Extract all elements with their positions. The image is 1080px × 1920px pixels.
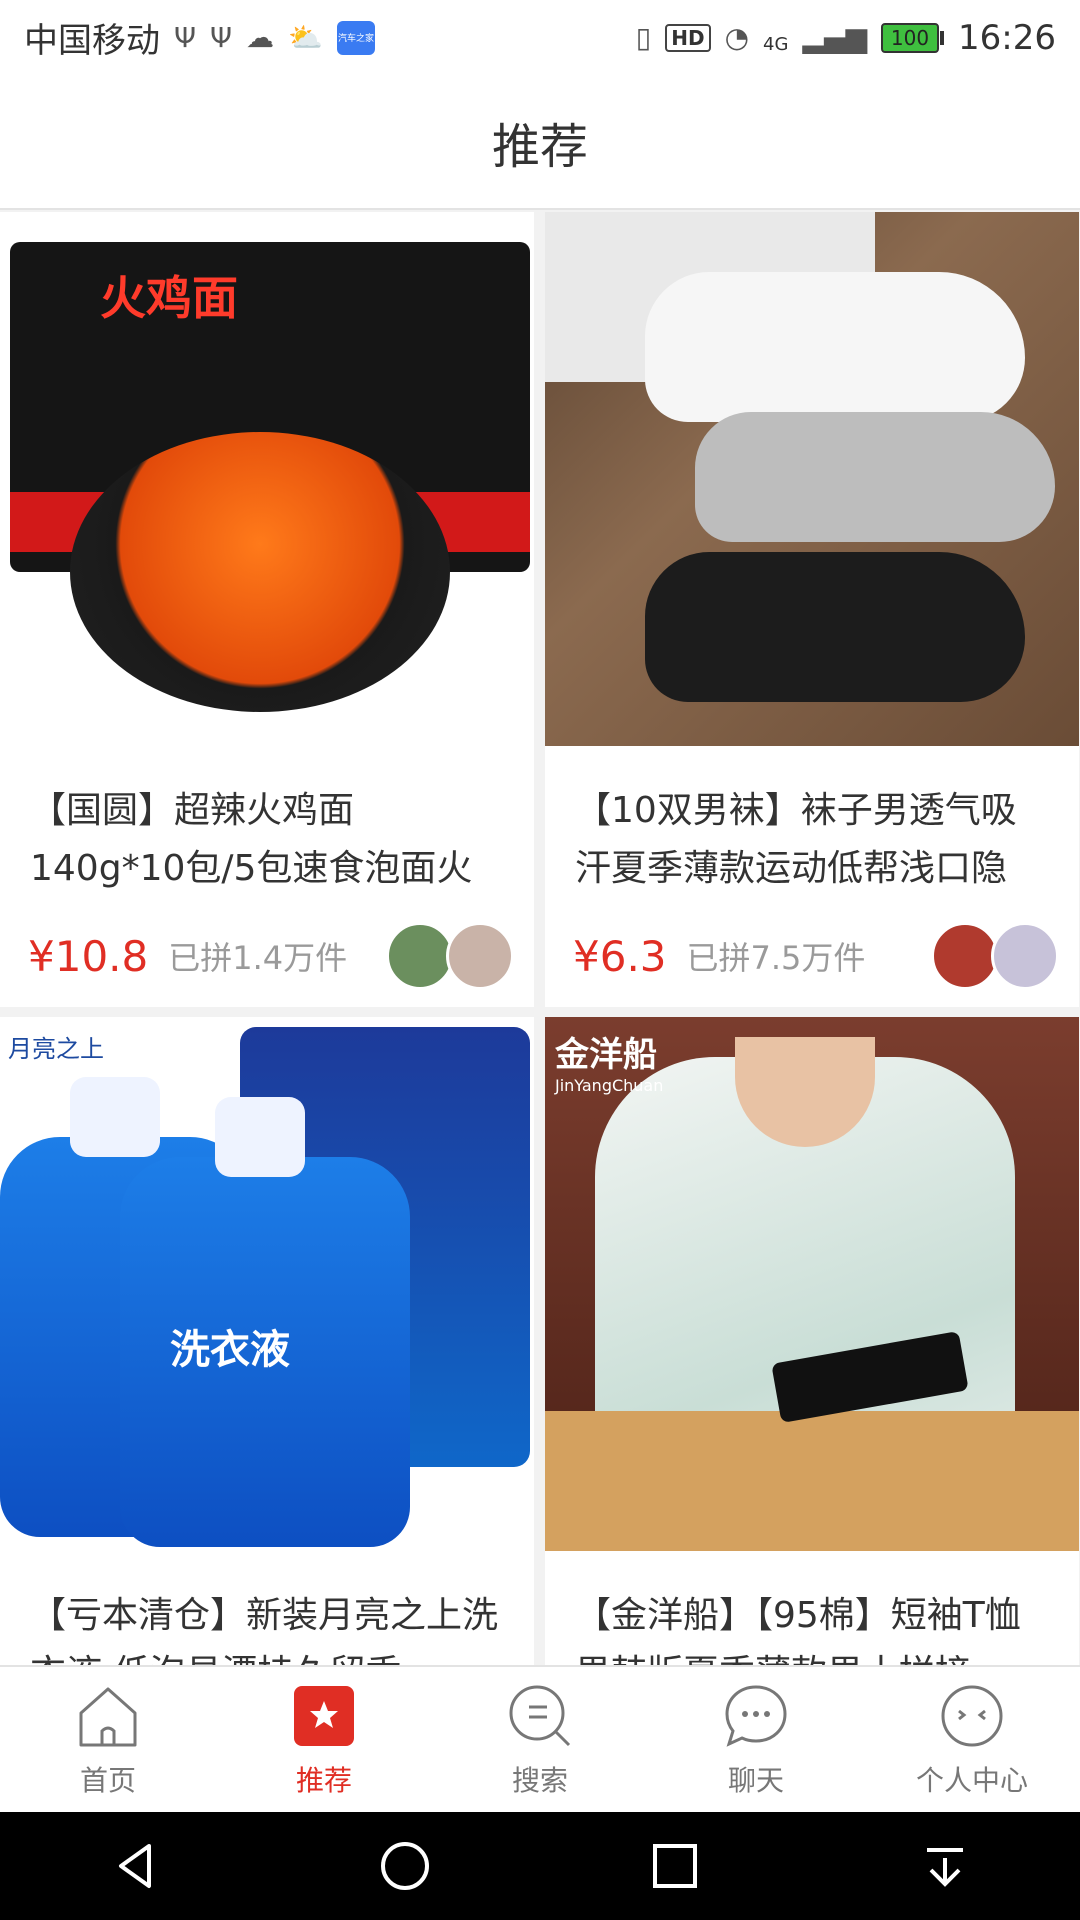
product-price: ¥6.3 [573,931,667,981]
tab-chat[interactable]: 聊天 [648,1667,864,1812]
avatar [446,922,514,990]
notification-pulldown-icon[interactable] [915,1836,975,1896]
product-grid[interactable]: 火鸡面 【国圆】超辣火鸡面140g*10包/5包速食泡面火 ¥10.8 已拼1.… [0,212,1080,1665]
avatar [931,922,999,990]
product-price: ¥10.8 [28,931,149,981]
product-card[interactable]: 火鸡面 【国圆】超辣火鸡面140g*10包/5包速食泡面火 ¥10.8 已拼1.… [0,212,534,1007]
tab-recommend[interactable]: 推荐 [216,1667,432,1812]
product-title[interactable]: 【金洋船】【95棉】短袖T恤男韩版夏季薄款男士拼接 [545,1551,1079,1665]
tab-home[interactable]: 首页 [0,1667,216,1812]
black-sock-art [645,552,1025,702]
home-icon [79,1687,137,1746]
product-card[interactable]: 金洋船 JinYangChuan 【金洋船】【95棉】短袖T恤男韩版夏季薄款男士… [545,1017,1079,1665]
product-footer: ¥6.3 已拼7.5万件 [573,921,1059,991]
avatar [991,922,1059,990]
tab-search[interactable]: 搜索 [432,1667,648,1812]
product-image[interactable] [545,212,1079,746]
image-caption: 火鸡面 [100,271,238,325]
product-title[interactable]: 【10双男袜】袜子男透气吸汗夏季薄款运动低帮浅口隐 [545,746,1079,912]
usb-icon-2: Ψ [210,21,233,54]
sold-count: 已拼1.4万件 [168,939,348,977]
avatar [386,922,454,990]
vibrate-icon: ▯ [635,21,652,54]
bottle-cap-art [215,1097,305,1177]
cloud-icon: ☁ [246,21,275,54]
noodle-plate-art [70,432,450,712]
home-circle-icon[interactable] [375,1836,435,1896]
carrier-name: 中国移动 [24,21,160,61]
product-title[interactable]: 【国圆】超辣火鸡面140g*10包/5包速食泡面火 [0,746,534,912]
brand-logo: 金洋船 JinYangChuan [555,1027,663,1095]
wifi-icon: ◔ [724,21,749,54]
signal-icon: ▂▄▆ [802,21,868,54]
sold-count: 已拼7.5万件 [686,939,866,977]
status-right: ▯ HD ◔ 4G ▂▄▆ 100 16:26 [636,18,1056,58]
battery-level: 100 [881,22,940,53]
page-title: 推荐 [491,118,588,175]
battery-tip [940,30,945,45]
bottom-tab-bar: 首页 推荐 搜索 聊天 个人中心 [0,1665,1080,1812]
usb-icon: Ψ [174,21,197,54]
product-image[interactable]: 火鸡面 [0,212,534,746]
product-image[interactable]: 金洋船 JinYangChuan [545,1017,1079,1551]
table-art [545,1411,1079,1551]
buyer-avatars [386,922,514,990]
profile-face-icon [941,1685,1003,1746]
brand-logo: 月亮之上 [8,1035,104,1063]
product-footer: ¥10.8 已拼1.4万件 [28,921,514,991]
tab-profile[interactable]: 个人中心 [864,1667,1080,1812]
tab-label: 首页 [79,1763,136,1797]
status-left: 中国移动 Ψ Ψ ☁ ⛅ 汽车之家 [24,13,375,62]
tab-label: 聊天 [727,1763,784,1797]
clock: 16:26 [958,17,1056,58]
product-title[interactable]: 【亏本清仓】新装月亮之上洗衣液 低泡易漂持久留香 [0,1551,534,1665]
chat-bubble-icon [725,1684,787,1747]
tab-label: 搜索 [511,1763,568,1797]
white-sock-art [645,272,1025,422]
system-nav-bar [0,1812,1080,1920]
buyer-avatars [931,922,1059,990]
status-bar: 中国移动 Ψ Ψ ☁ ⛅ 汽车之家 ▯ HD ◔ 4G ▂▄▆ 100 16:2… [0,0,1080,75]
product-image[interactable]: 洗衣液 月亮之上 [0,1017,534,1551]
brand-name-en: JinYangChuan [555,1076,664,1095]
brand-name: 金洋船 [555,1035,657,1075]
hd-badge: HD [665,23,711,52]
battery-icon: 100 [881,22,945,53]
app-notification-icon: 汽车之家 [336,20,375,55]
product-card[interactable]: 【10双男袜】袜子男透气吸汗夏季薄款运动低帮浅口隐 ¥6.3 已拼7.5万件 [545,212,1079,1007]
back-icon[interactable] [105,1836,165,1896]
image-caption: 洗衣液 [170,1327,290,1373]
recents-icon[interactable] [645,1836,705,1896]
product-card[interactable]: 洗衣液 月亮之上 【亏本清仓】新装月亮之上洗衣液 低泡易漂持久留香 [0,1017,534,1665]
tab-label: 个人中心 [915,1763,1028,1797]
bottle-cap-art [70,1077,160,1157]
network-type: 4G [763,33,789,55]
page-header: 推荐 [0,75,1080,210]
star-badge-icon [294,1685,354,1746]
grey-sock-art [695,412,1055,542]
tab-label: 推荐 [295,1763,352,1797]
search-icon [509,1685,571,1746]
weather-icon: ⛅ [288,21,323,54]
